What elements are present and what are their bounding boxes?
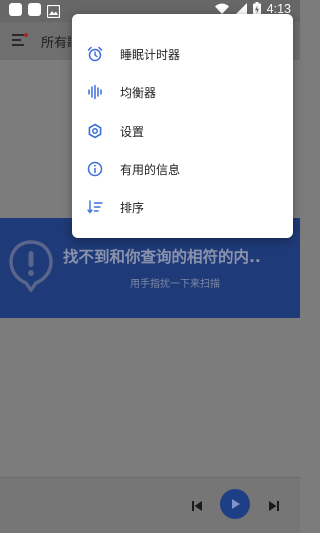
- menu-item-sleep-timer[interactable]: 睡眠计时器: [72, 35, 293, 73]
- notification-icons: [9, 3, 61, 19]
- notification-square-icon: [28, 3, 41, 16]
- menu-item-label: 有用的信息: [120, 162, 181, 177]
- alarm-clock-icon: [86, 45, 104, 63]
- menu-item-label: 排序: [120, 200, 145, 215]
- menu-item-equalizer[interactable]: 均衡器: [72, 73, 293, 111]
- overflow-menu: 睡眠计时器 均衡器 设置 有用的信息 排序: [72, 14, 293, 238]
- menu-item-label: 睡眠计时器: [120, 47, 181, 62]
- page-title: 所有歌曲: [41, 36, 71, 51]
- player-bar: [0, 477, 300, 533]
- play-button[interactable]: [220, 489, 250, 519]
- menu-item-helpful-info[interactable]: 有用的信息: [72, 150, 293, 188]
- next-button[interactable]: [265, 497, 283, 515]
- menu-item-settings[interactable]: 设置: [72, 112, 293, 150]
- skip-next-icon: [269, 501, 279, 511]
- sort-icon: [86, 198, 104, 216]
- previous-button[interactable]: [188, 497, 206, 515]
- empty-state-subtitle: 用手指扰一下来扫描: [130, 279, 220, 290]
- info-icon: [86, 160, 104, 178]
- play-icon: [232, 499, 240, 509]
- equalizer-icon: [86, 83, 104, 101]
- menu-icon[interactable]: [12, 33, 28, 47]
- menu-item-sort[interactable]: 排序: [72, 188, 293, 226]
- menu-item-label: 均衡器: [120, 85, 157, 100]
- settings-icon: [86, 122, 104, 140]
- skip-previous-icon: [192, 501, 202, 511]
- menu-item-label: 设置: [120, 124, 145, 139]
- image-notification-icon: [46, 3, 61, 19]
- alert-location-icon: [9, 240, 53, 292]
- empty-state-title: 找不到和你查询的相符的内..: [63, 248, 261, 266]
- notification-square-icon: [9, 3, 22, 16]
